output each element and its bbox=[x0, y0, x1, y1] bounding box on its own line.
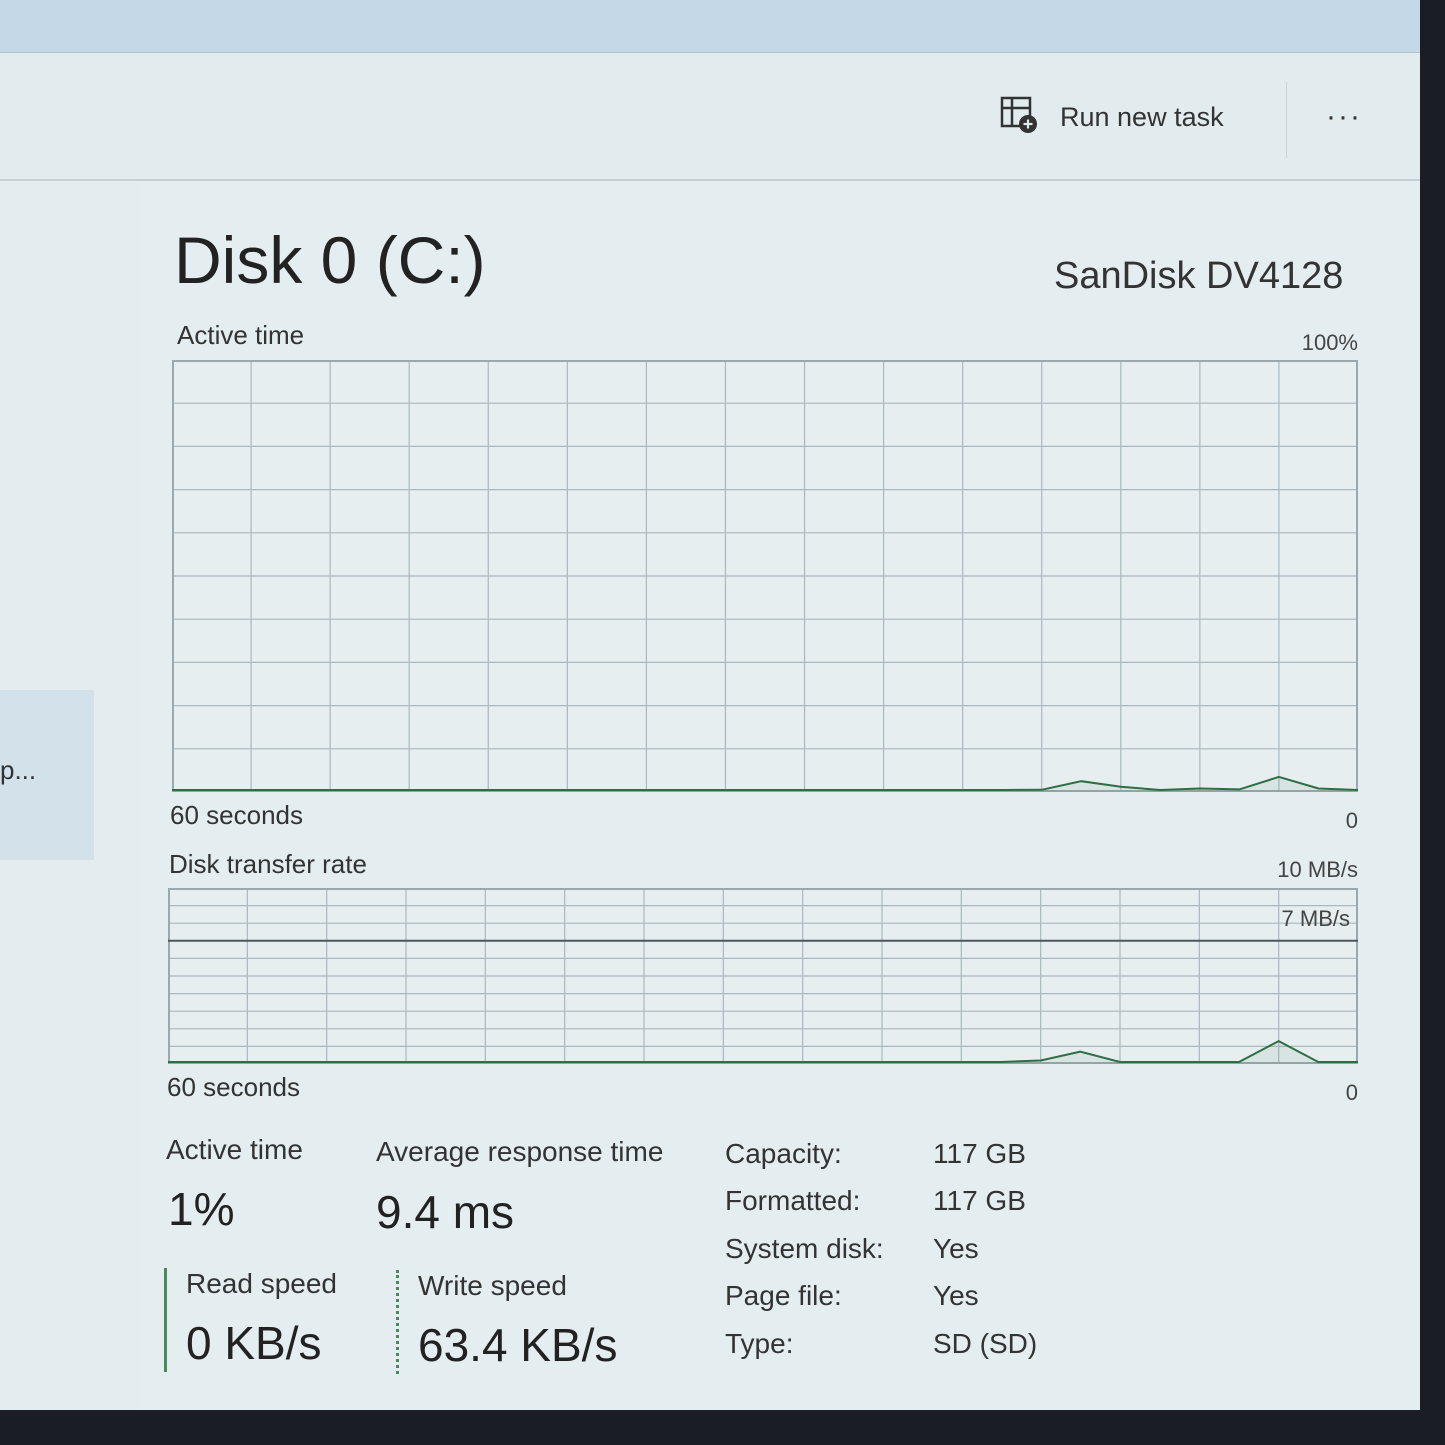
chart1-ymax-label: 100% bbox=[1301, 330, 1358, 355]
page-file-value: Yes bbox=[933, 1280, 979, 1311]
chart2-xlabel: 60 seconds bbox=[167, 1072, 300, 1102]
write-speed-value: 63.4 KB/s bbox=[418, 1319, 618, 1371]
left-sidebar bbox=[0, 182, 140, 1410]
active-time-chart bbox=[172, 360, 1359, 792]
read-speed-value: 0 KB/s bbox=[186, 1317, 322, 1369]
more-options-button[interactable]: ··· bbox=[1326, 100, 1362, 134]
disk-model: SanDisk DV4128 bbox=[1054, 255, 1344, 297]
read-speed-legend-bar bbox=[164, 1268, 167, 1372]
disk-transfer-graph bbox=[168, 888, 1358, 1064]
write-speed-legend-bar bbox=[396, 1270, 399, 1374]
active-time-graph bbox=[172, 360, 1359, 792]
active-time-value: 1% bbox=[168, 1183, 235, 1235]
chart2-ymax-label: 10 MB/s bbox=[1277, 857, 1358, 882]
type-label: Type: bbox=[725, 1328, 794, 1359]
chart2-ymin-label: 0 bbox=[1345, 1080, 1358, 1105]
run-new-task-button[interactable]: Run new task bbox=[1000, 95, 1224, 139]
disk-transfer-chart bbox=[168, 888, 1358, 1064]
chart1-series-line bbox=[172, 775, 1359, 792]
task-manager-window: Run new task ··· p... Disk 0 (C:) SanDis… bbox=[0, 0, 1420, 1410]
run-new-task-label: Run new task bbox=[1060, 101, 1224, 132]
avg-response-value: 9.4 ms bbox=[376, 1186, 515, 1238]
chart2-ref-label: 7 MB/s bbox=[1281, 906, 1350, 931]
chart2-series-line bbox=[168, 1039, 1358, 1063]
type-value: SD (SD) bbox=[933, 1328, 1038, 1359]
avg-response-label: Average response time bbox=[376, 1136, 664, 1167]
capacity-label: Capacity: bbox=[725, 1138, 842, 1169]
toolbar-divider bbox=[1286, 82, 1287, 158]
formatted-value: 117 GB bbox=[933, 1185, 1026, 1216]
system-disk-label: System disk: bbox=[725, 1233, 884, 1264]
sidebar-item-label[interactable]: p... bbox=[0, 755, 36, 786]
read-speed-label: Read speed bbox=[186, 1268, 338, 1299]
write-speed-label: Write speed bbox=[418, 1270, 567, 1301]
chart1-ymin-label: 0 bbox=[1345, 808, 1358, 833]
system-disk-value: Yes bbox=[933, 1233, 979, 1264]
run-task-icon bbox=[1000, 96, 1040, 139]
active-time-label: Active time bbox=[166, 1134, 303, 1165]
page-title: Disk 0 (C:) bbox=[174, 223, 486, 297]
title-bar[interactable] bbox=[0, 0, 1420, 53]
chart1-title: Active time bbox=[177, 320, 305, 350]
chart2-series-area bbox=[168, 1041, 1358, 1064]
formatted-label: Formatted: bbox=[725, 1185, 861, 1216]
capacity-value: 117 GB bbox=[933, 1138, 1026, 1169]
chart2-title: Disk transfer rate bbox=[169, 849, 367, 879]
chart1-xlabel: 60 seconds bbox=[170, 800, 303, 830]
page-file-label: Page file: bbox=[725, 1280, 842, 1311]
